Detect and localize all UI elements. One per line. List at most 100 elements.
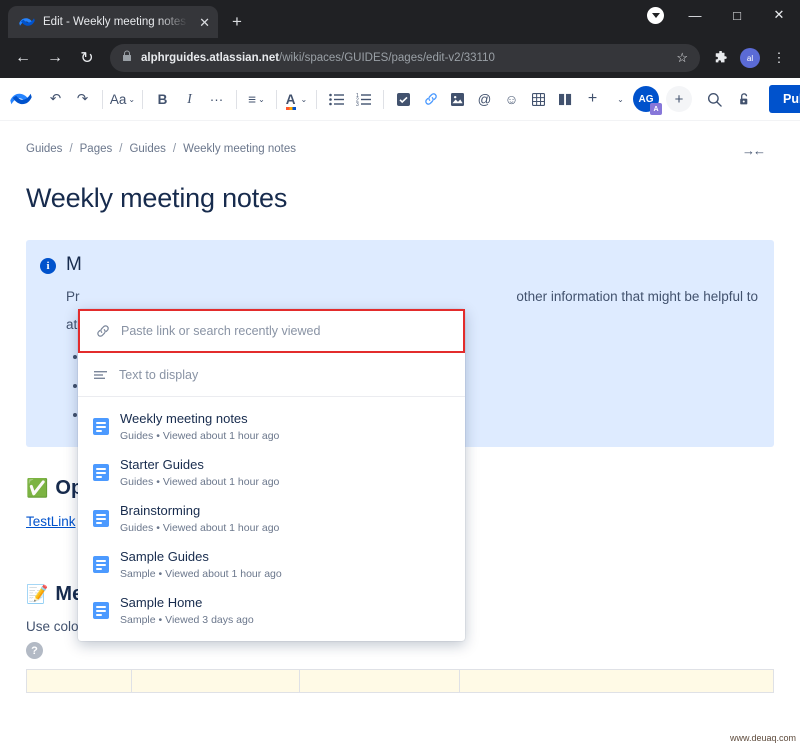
browser-menu-icon[interactable]: ⋮ xyxy=(766,45,792,71)
suggestion-subtitle: Guides • Viewed about 1 hour ago xyxy=(120,476,279,488)
breadcrumb-item-current[interactable]: Weekly meeting notes xyxy=(183,143,296,155)
suggestion-separator: • xyxy=(156,429,160,442)
url-host: alphrguides.atlassian.net xyxy=(141,52,280,64)
link-icon xyxy=(95,324,110,338)
breadcrumb-separator: / xyxy=(119,143,123,155)
more-formatting-button[interactable]: ··· xyxy=(203,84,230,114)
text-align-dropdown[interactable]: ≡ ⌄ xyxy=(243,84,270,114)
layout-button[interactable] xyxy=(552,84,579,114)
suggestion-space: Guides xyxy=(120,429,154,442)
text-color-dropdown[interactable]: A ⌄ xyxy=(283,84,310,114)
list-item[interactable]: Starter Guides Guides • Viewed about 1 h… xyxy=(78,449,465,495)
address-bar[interactable]: alphrguides.atlassian.net/wiki/spaces/GU… xyxy=(110,44,700,72)
editor-toolbar-right: AG A + Publish Close ··· xyxy=(633,84,800,115)
avatar[interactable]: AG A xyxy=(633,86,662,115)
browser-chrome: Edit - Weekly meeting notes - Gu ✕ + — □… xyxy=(0,0,800,78)
bookmark-star-icon[interactable]: ☆ xyxy=(668,50,688,66)
breadcrumb-item-pages[interactable]: Pages xyxy=(80,143,113,155)
add-people-button[interactable]: + xyxy=(666,86,692,112)
numbered-list-button[interactable]: 123 xyxy=(350,84,377,114)
browser-tab[interactable]: Edit - Weekly meeting notes - Gu ✕ xyxy=(8,6,218,38)
link-text-field[interactable]: Text to display xyxy=(78,353,465,397)
text-color-icon: A xyxy=(285,92,296,110)
suggestion-subtitle: Sample • Viewed about 1 hour ago xyxy=(120,568,282,580)
new-tab-button[interactable]: + xyxy=(232,12,242,32)
task-list-button[interactable] xyxy=(390,84,417,114)
publish-button[interactable]: Publish xyxy=(769,85,800,113)
info-paragraph-left: Pr xyxy=(66,289,80,304)
link-button[interactable] xyxy=(417,84,444,114)
suggestion-viewed: Viewed about 1 hour ago xyxy=(162,475,280,488)
page-icon xyxy=(93,555,109,573)
tab-close-icon[interactable]: ✕ xyxy=(199,16,210,29)
browser-profile-avatar[interactable]: al xyxy=(740,48,760,68)
breadcrumb-item-guides-2[interactable]: Guides xyxy=(129,143,165,155)
table-button[interactable] xyxy=(525,84,552,114)
browser-tab-title: Edit - Weekly meeting notes - Gu xyxy=(43,16,191,28)
help-icon[interactable]: ? xyxy=(26,642,43,660)
emoji-button[interactable]: ☺ xyxy=(498,84,525,114)
window-maximize-button[interactable]: □ xyxy=(716,8,758,23)
suggestion-viewed: Viewed 3 days ago xyxy=(165,613,254,626)
list-item[interactable]: Brainstorming Guides • Viewed about 1 ho… xyxy=(78,495,465,541)
table-cell[interactable] xyxy=(300,670,460,693)
test-link[interactable]: TestLink xyxy=(26,514,76,529)
confluence-favicon-icon xyxy=(19,14,35,30)
undo-button[interactable]: ↶ xyxy=(42,84,69,114)
suggestion-title: Brainstorming xyxy=(120,503,201,519)
url-path: /wiki/spaces/GUIDES/pages/edit-v2/33110 xyxy=(279,52,495,64)
bullet-list-button[interactable] xyxy=(323,84,350,114)
window-minimize-button[interactable]: — xyxy=(674,8,716,23)
window-close-button[interactable]: ✕ xyxy=(758,7,800,23)
extensions-icon[interactable] xyxy=(708,45,734,71)
list-item[interactable]: Weekly meeting notes Guides • Viewed abo… xyxy=(78,403,465,449)
insert-more-dropdown[interactable]: ⌄ xyxy=(606,84,633,114)
toolbar-divider xyxy=(383,89,384,109)
editor-toolbar: ↶ ↷ Aa ⌄ B I ··· ≡ ⌄ A ⌄ 123 @ ☺ + ⌄ AG … xyxy=(0,78,800,121)
chevron-down-icon: ⌄ xyxy=(258,94,265,104)
profile-chevron-icon[interactable] xyxy=(647,7,664,24)
page-title[interactable]: Weekly meeting notes xyxy=(26,183,774,214)
suggestion-title: Starter Guides xyxy=(120,457,204,473)
svg-text:3: 3 xyxy=(356,102,359,106)
suggestion-space: Guides xyxy=(120,475,154,488)
restrictions-lock-icon[interactable] xyxy=(731,84,758,114)
table-cell[interactable] xyxy=(27,670,132,693)
breadcrumb-item-guides[interactable]: Guides xyxy=(26,143,62,155)
chevron-down-icon: ⌄ xyxy=(300,94,308,104)
toolbar-divider xyxy=(142,89,143,109)
table-cell[interactable] xyxy=(460,670,773,693)
breadcrumb-separator: / xyxy=(69,143,73,155)
forward-button[interactable]: → xyxy=(40,43,70,73)
info-paragraph-right: other information that might be helpful … xyxy=(516,289,758,304)
image-button[interactable] xyxy=(444,84,471,114)
list-item[interactable]: Sample Guides Sample • Viewed about 1 ho… xyxy=(78,541,465,587)
bold-button[interactable]: B xyxy=(149,84,176,114)
redo-button[interactable]: ↷ xyxy=(69,84,96,114)
insert-button[interactable]: + xyxy=(579,84,606,114)
search-icon[interactable] xyxy=(701,84,728,114)
collapse-width-icon[interactable]: →← xyxy=(742,143,766,158)
suggestion-separator: • xyxy=(156,521,160,534)
italic-button[interactable]: I xyxy=(176,84,203,114)
page-icon xyxy=(93,463,109,481)
reload-button[interactable]: ↻ xyxy=(72,43,102,73)
back-button[interactable]: ← xyxy=(8,43,38,73)
suggestion-viewed: Viewed about 1 hour ago xyxy=(162,521,280,534)
link-url-field[interactable]: Paste link or search recently viewed xyxy=(78,309,465,353)
minutes-table[interactable] xyxy=(26,669,774,694)
page-icon xyxy=(93,509,109,527)
mention-button[interactable]: @ xyxy=(471,84,498,114)
suggestion-title: Weekly meeting notes xyxy=(120,411,248,427)
list-item[interactable]: Sample Home Sample • Viewed 3 days ago xyxy=(78,587,465,633)
suggestion-subtitle: Sample • Viewed 3 days ago xyxy=(120,614,254,626)
table-cell[interactable] xyxy=(132,670,300,693)
text-style-dropdown[interactable]: Aa ⌄ xyxy=(109,84,136,114)
confluence-logo-icon[interactable] xyxy=(10,88,32,110)
browser-tabstrip: Edit - Weekly meeting notes - Gu ✕ + — □… xyxy=(0,0,800,38)
toolbar-divider xyxy=(276,89,277,109)
suggestion-separator: • xyxy=(158,567,163,580)
watermark: www.deuaq.com xyxy=(729,733,796,743)
chevron-down-icon: ⌄ xyxy=(128,94,136,104)
suggestion-separator: • xyxy=(158,613,163,626)
